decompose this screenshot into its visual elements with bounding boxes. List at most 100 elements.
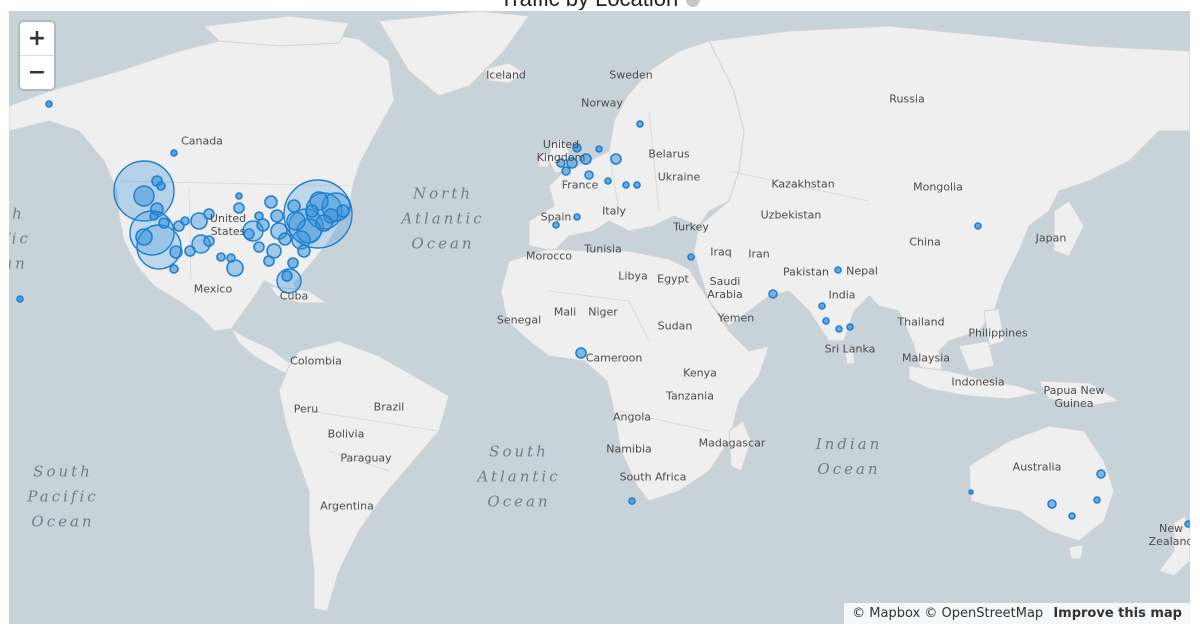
label-argentina: Argentina: [320, 499, 374, 513]
traffic-marker[interactable]: [575, 347, 587, 359]
traffic-marker[interactable]: [1096, 469, 1106, 479]
label-ukraine: Ukraine: [657, 170, 701, 184]
traffic-marker[interactable]: [628, 497, 636, 505]
zoom-in-button[interactable]: +: [20, 22, 54, 55]
label-libya: Libya: [618, 269, 648, 283]
label-new-zealand: New Zealand: [1148, 522, 1190, 548]
label-uk: United Kingdom: [536, 138, 586, 164]
traffic-marker[interactable]: [561, 166, 571, 176]
land-australia: [968, 425, 1115, 542]
traffic-marker[interactable]: [253, 241, 265, 253]
label-egypt: Egypt: [657, 272, 689, 286]
traffic-marker[interactable]: [1068, 512, 1076, 520]
traffic-marker[interactable]: [278, 232, 292, 246]
traffic-marker[interactable]: [1047, 499, 1057, 509]
attribution-osm-link[interactable]: © OpenStreetMap: [924, 606, 1043, 621]
label-bolivia: Bolivia: [327, 427, 365, 441]
traffic-marker[interactable]: [254, 211, 264, 221]
label-south-africa: South Africa: [619, 470, 687, 484]
traffic-marker[interactable]: [180, 216, 190, 226]
label-sudan: Sudan: [657, 319, 693, 333]
label-brazil: Brazil: [373, 400, 405, 414]
traffic-marker[interactable]: [158, 217, 170, 229]
map-canvas[interactable]: Iceland Sweden Norway Russia Canada Unit…: [9, 11, 1190, 624]
traffic-marker[interactable]: [633, 181, 641, 189]
label-senegal: Senegal: [496, 313, 542, 327]
traffic-marker[interactable]: [336, 204, 350, 218]
label-morocco: Morocco: [525, 249, 573, 263]
traffic-marker[interactable]: [169, 264, 179, 274]
label-kazakhstan: Kazakhstan: [771, 177, 835, 191]
traffic-marker[interactable]: [846, 323, 854, 331]
label-pakistan: Pakistan: [782, 265, 830, 279]
traffic-marker[interactable]: [287, 257, 299, 269]
label-us: United States: [209, 212, 247, 238]
label-iceland: Iceland: [486, 68, 526, 82]
label-indian-ocean: Indian Ocean: [815, 435, 883, 478]
label-mali: Mali: [553, 305, 577, 319]
land-south-america: [278, 340, 450, 612]
label-madagascar: Madagascar: [698, 436, 766, 450]
traffic-marker[interactable]: [156, 181, 166, 191]
traffic-marker[interactable]: [315, 214, 333, 232]
label-japan: Japan: [1035, 231, 1067, 245]
zoom-out-button[interactable]: −: [20, 56, 54, 89]
traffic-marker[interactable]: [835, 325, 843, 333]
label-tanzania: Tanzania: [666, 389, 714, 403]
label-saudi-arabia: Saudi Arabia: [707, 275, 743, 301]
traffic-marker[interactable]: [226, 253, 236, 263]
land-tasmania: [1068, 544, 1084, 560]
traffic-marker[interactable]: [622, 181, 630, 189]
traffic-marker[interactable]: [45, 100, 53, 108]
traffic-marker[interactable]: [170, 149, 178, 157]
label-north-pacific-ocean-partial: th fic an: [9, 204, 31, 273]
traffic-marker[interactable]: [16, 295, 24, 303]
traffic-marker[interactable]: [264, 195, 278, 209]
traffic-marker[interactable]: [636, 120, 644, 128]
traffic-marker[interactable]: [133, 185, 155, 207]
attribution-mapbox-link[interactable]: © Mapbox: [852, 606, 920, 621]
traffic-marker[interactable]: [818, 302, 826, 310]
label-turkey: Turkey: [673, 220, 709, 234]
traffic-marker[interactable]: [604, 177, 612, 185]
label-spain: Spain: [540, 210, 572, 224]
label-norway: Norway: [581, 96, 623, 110]
label-italy: Italy: [602, 204, 626, 218]
traffic-marker[interactable]: [149, 211, 159, 221]
traffic-marker[interactable]: [263, 255, 275, 267]
label-iran: Iran: [748, 247, 770, 261]
chart-title: Traffic by Location: [0, 0, 1200, 10]
label-indonesia: Indonesia: [951, 375, 1005, 389]
traffic-marker[interactable]: [270, 209, 284, 223]
traffic-marker[interactable]: [287, 199, 301, 213]
traffic-marker[interactable]: [595, 145, 603, 153]
traffic-marker[interactable]: [235, 192, 243, 200]
label-peru: Peru: [293, 402, 319, 416]
label-angola: Angola: [612, 410, 652, 424]
traffic-marker[interactable]: [974, 222, 982, 230]
label-uzbekistan: Uzbekistan: [760, 208, 822, 222]
traffic-marker[interactable]: [169, 245, 183, 259]
label-russia: Russia: [889, 92, 925, 106]
label-niger: Niger: [588, 305, 618, 319]
land-japan: [1053, 200, 1085, 257]
traffic-marker[interactable]: [1093, 496, 1101, 504]
traffic-marker[interactable]: [297, 244, 311, 258]
traffic-marker[interactable]: [768, 289, 778, 299]
traffic-marker[interactable]: [305, 204, 319, 218]
traffic-marker[interactable]: [834, 266, 842, 274]
traffic-marker[interactable]: [822, 317, 830, 325]
label-papua-new-guinea: Papua New Guinea: [1043, 384, 1105, 410]
traffic-marker[interactable]: [968, 489, 974, 495]
info-circle-icon[interactable]: [686, 0, 701, 8]
traffic-marker[interactable]: [687, 253, 695, 261]
label-mexico: Mexico: [193, 282, 233, 296]
traffic-marker[interactable]: [573, 213, 581, 221]
traffic-marker[interactable]: [286, 211, 306, 231]
traffic-marker[interactable]: [135, 228, 153, 246]
improve-map-link[interactable]: Improve this map: [1053, 606, 1182, 621]
traffic-marker[interactable]: [216, 252, 226, 262]
traffic-marker[interactable]: [610, 153, 622, 165]
label-philippines: Philippines: [968, 326, 1028, 340]
traffic-marker[interactable]: [281, 270, 293, 282]
